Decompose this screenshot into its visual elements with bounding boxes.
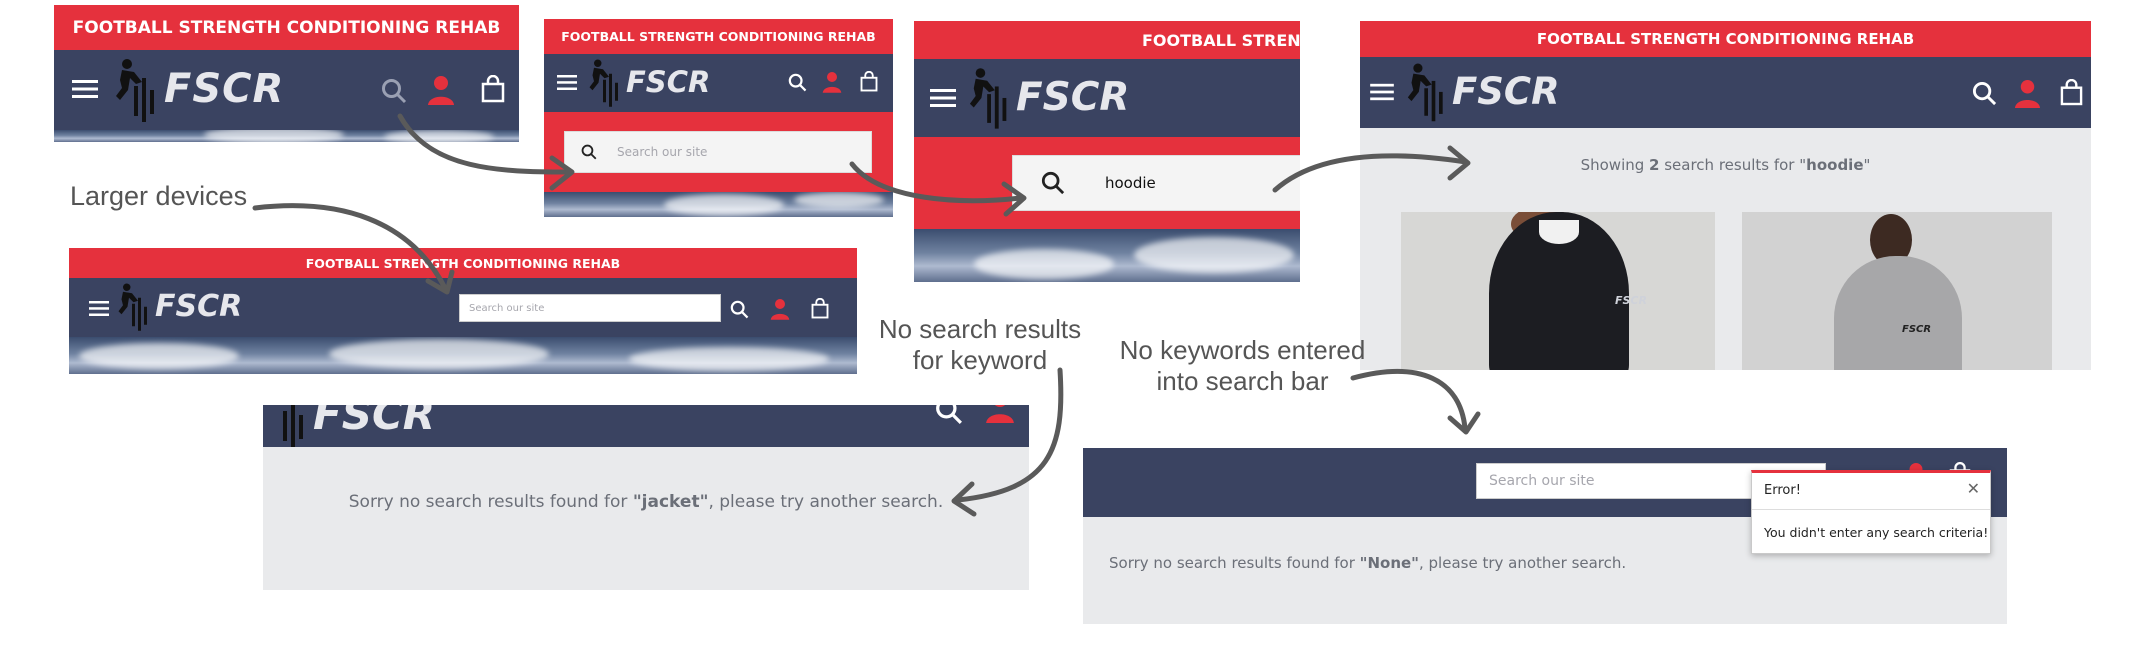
results-area: Showing 2 search results for "hoodie" FS… — [1360, 128, 2091, 370]
nav-bar: FSCR — [914, 59, 1300, 137]
no-results-keyword: "None" — [1359, 554, 1419, 572]
caption-larger-devices: Larger devices — [70, 181, 248, 211]
no-results-message: Sorry no search results found for "jacke… — [348, 492, 944, 512]
no-results-message: Sorry no search results found for "None"… — [1109, 554, 1627, 572]
logo-text: FSCR — [1452, 69, 1560, 113]
logo-mark-icon — [118, 283, 147, 331]
logo-text: FSCR — [155, 288, 243, 324]
account-icon[interactable] — [770, 298, 790, 320]
results-keyword: hoodie — [1806, 156, 1864, 174]
nav-bar: FSCR Search our site — [69, 278, 857, 337]
nav-bar: FSCR — [54, 50, 519, 130]
error-popup: Error! ✕ You didn't enter any search cri… — [1751, 470, 1991, 554]
search-input[interactable]: hoodie — [1012, 155, 1300, 211]
logo-mark-icon — [589, 59, 618, 107]
close-icon[interactable]: ✕ — [1967, 479, 1980, 498]
hero-image — [914, 229, 1300, 282]
menu-icon[interactable] — [1370, 82, 1394, 102]
bag-icon[interactable] — [481, 75, 505, 103]
nav-bar: FSCR — [1360, 57, 2091, 128]
search-input[interactable]: Search our site — [459, 294, 721, 322]
search-placeholder: Search our site — [1489, 473, 1595, 489]
search-band: Search our site — [544, 112, 893, 192]
no-results-keyword: "jacket" — [632, 492, 709, 512]
hoodie-logo: FSCR — [1902, 324, 1932, 335]
search-icon[interactable] — [935, 405, 963, 425]
account-icon[interactable] — [985, 405, 1015, 423]
error-message: You didn't enter any search criteria! — [1764, 525, 1989, 540]
logo-text: FSCR — [1016, 74, 1130, 120]
results-summary: Showing 2 search results for "hoodie" — [1580, 156, 1871, 174]
search-value: hoodie — [1105, 174, 1156, 192]
menu-icon[interactable] — [89, 300, 109, 317]
top-banner: FOOTBALL STRENGTH CONDITIONING REHAB — [54, 5, 519, 50]
caption-no-keywords: No keywords entered into search bar — [1119, 335, 1366, 397]
search-typed-panel: FOOTBALL STRENGTH CONDITIONING REHAB FSC… — [914, 21, 1300, 282]
logo-mark-icon — [116, 59, 154, 122]
search-placeholder: Search our site — [469, 302, 545, 314]
search-icon — [1041, 171, 1065, 195]
logo[interactable]: FSCR — [263, 405, 435, 447]
top-banner: FOOTBALL STRENGTH CONDITIONING REHAB — [914, 21, 1300, 59]
hero-image — [544, 192, 893, 217]
logo-mark-icon — [283, 405, 303, 447]
hero-image — [54, 130, 519, 142]
nav-bar: FSCR — [544, 54, 893, 112]
hero-image — [69, 337, 857, 374]
top-banner: FOOTBALL STRENGTH CONDITIONING REHAB — [69, 248, 857, 278]
account-icon[interactable] — [427, 75, 455, 105]
bag-icon[interactable] — [860, 71, 878, 92]
logo-mark-icon — [969, 68, 1007, 129]
results-count: 2 — [1649, 156, 1660, 174]
product-card-black-hoodie[interactable]: FSCR — [1401, 212, 1715, 370]
search-placeholder: Search our site — [617, 145, 708, 159]
account-icon[interactable] — [2014, 79, 2041, 108]
search-icon[interactable] — [1972, 81, 1997, 106]
logo[interactable]: FSCR — [1406, 60, 1560, 122]
menu-icon[interactable] — [72, 78, 98, 100]
product-card-grey-hoodie[interactable]: FSCR — [1742, 212, 2052, 370]
logo[interactable]: FSCR — [114, 56, 284, 122]
search-icon[interactable] — [730, 300, 749, 319]
search-band: hoodie — [914, 137, 1300, 229]
search-results-panel: FOOTBALL STRENGTH CONDITIONING REHAB FSC… — [1360, 21, 2091, 370]
logo[interactable]: FSCR — [588, 57, 710, 107]
mobile-header-panel: FOOTBALL STRENGTH CONDITIONING REHAB FSC… — [54, 5, 519, 142]
search-open-panel: FOOTBALL STRENGTH CONDITIONING REHAB FSC… — [544, 19, 893, 217]
top-banner: FOOTBALL STRENGTH CONDITIONING REHAB — [1360, 21, 2091, 57]
top-banner: FOOTBALL STRENGTH CONDITIONING REHAB — [544, 19, 893, 54]
desktop-header-panel: FOOTBALL STRENGTH CONDITIONING REHAB FSC… — [69, 248, 857, 374]
bag-icon[interactable] — [811, 298, 829, 319]
logo-text: FSCR — [313, 405, 436, 439]
logo-text: FSCR — [164, 66, 285, 112]
nav-bar: FSCR — [263, 405, 1029, 447]
logo[interactable]: FSCR — [968, 65, 1129, 129]
caption-no-results: No search results for keyword — [878, 314, 1082, 376]
search-icon[interactable] — [381, 78, 407, 104]
no-results-keyword-panel: FSCR Sorry no search results found for "… — [263, 405, 1029, 590]
no-keywords-panel: Search our site Sorry no search results … — [1083, 448, 2007, 624]
logo-mark-icon — [1407, 63, 1443, 122]
grey-hoodie-image — [1834, 256, 1962, 370]
search-icon[interactable] — [788, 73, 807, 92]
error-title: Error! — [1764, 483, 1801, 498]
search-input[interactable]: Search our site — [564, 131, 872, 173]
no-results-area: Sorry no search results found for "jacke… — [263, 447, 1029, 590]
logo[interactable]: FSCR — [117, 281, 242, 331]
menu-icon[interactable] — [557, 74, 577, 91]
bag-icon[interactable] — [2060, 79, 2083, 106]
account-icon[interactable] — [822, 71, 842, 93]
hoodie-logo: FSCR — [1615, 294, 1647, 307]
menu-icon[interactable] — [930, 87, 956, 109]
search-icon — [581, 144, 597, 160]
logo-text: FSCR — [626, 65, 711, 99]
